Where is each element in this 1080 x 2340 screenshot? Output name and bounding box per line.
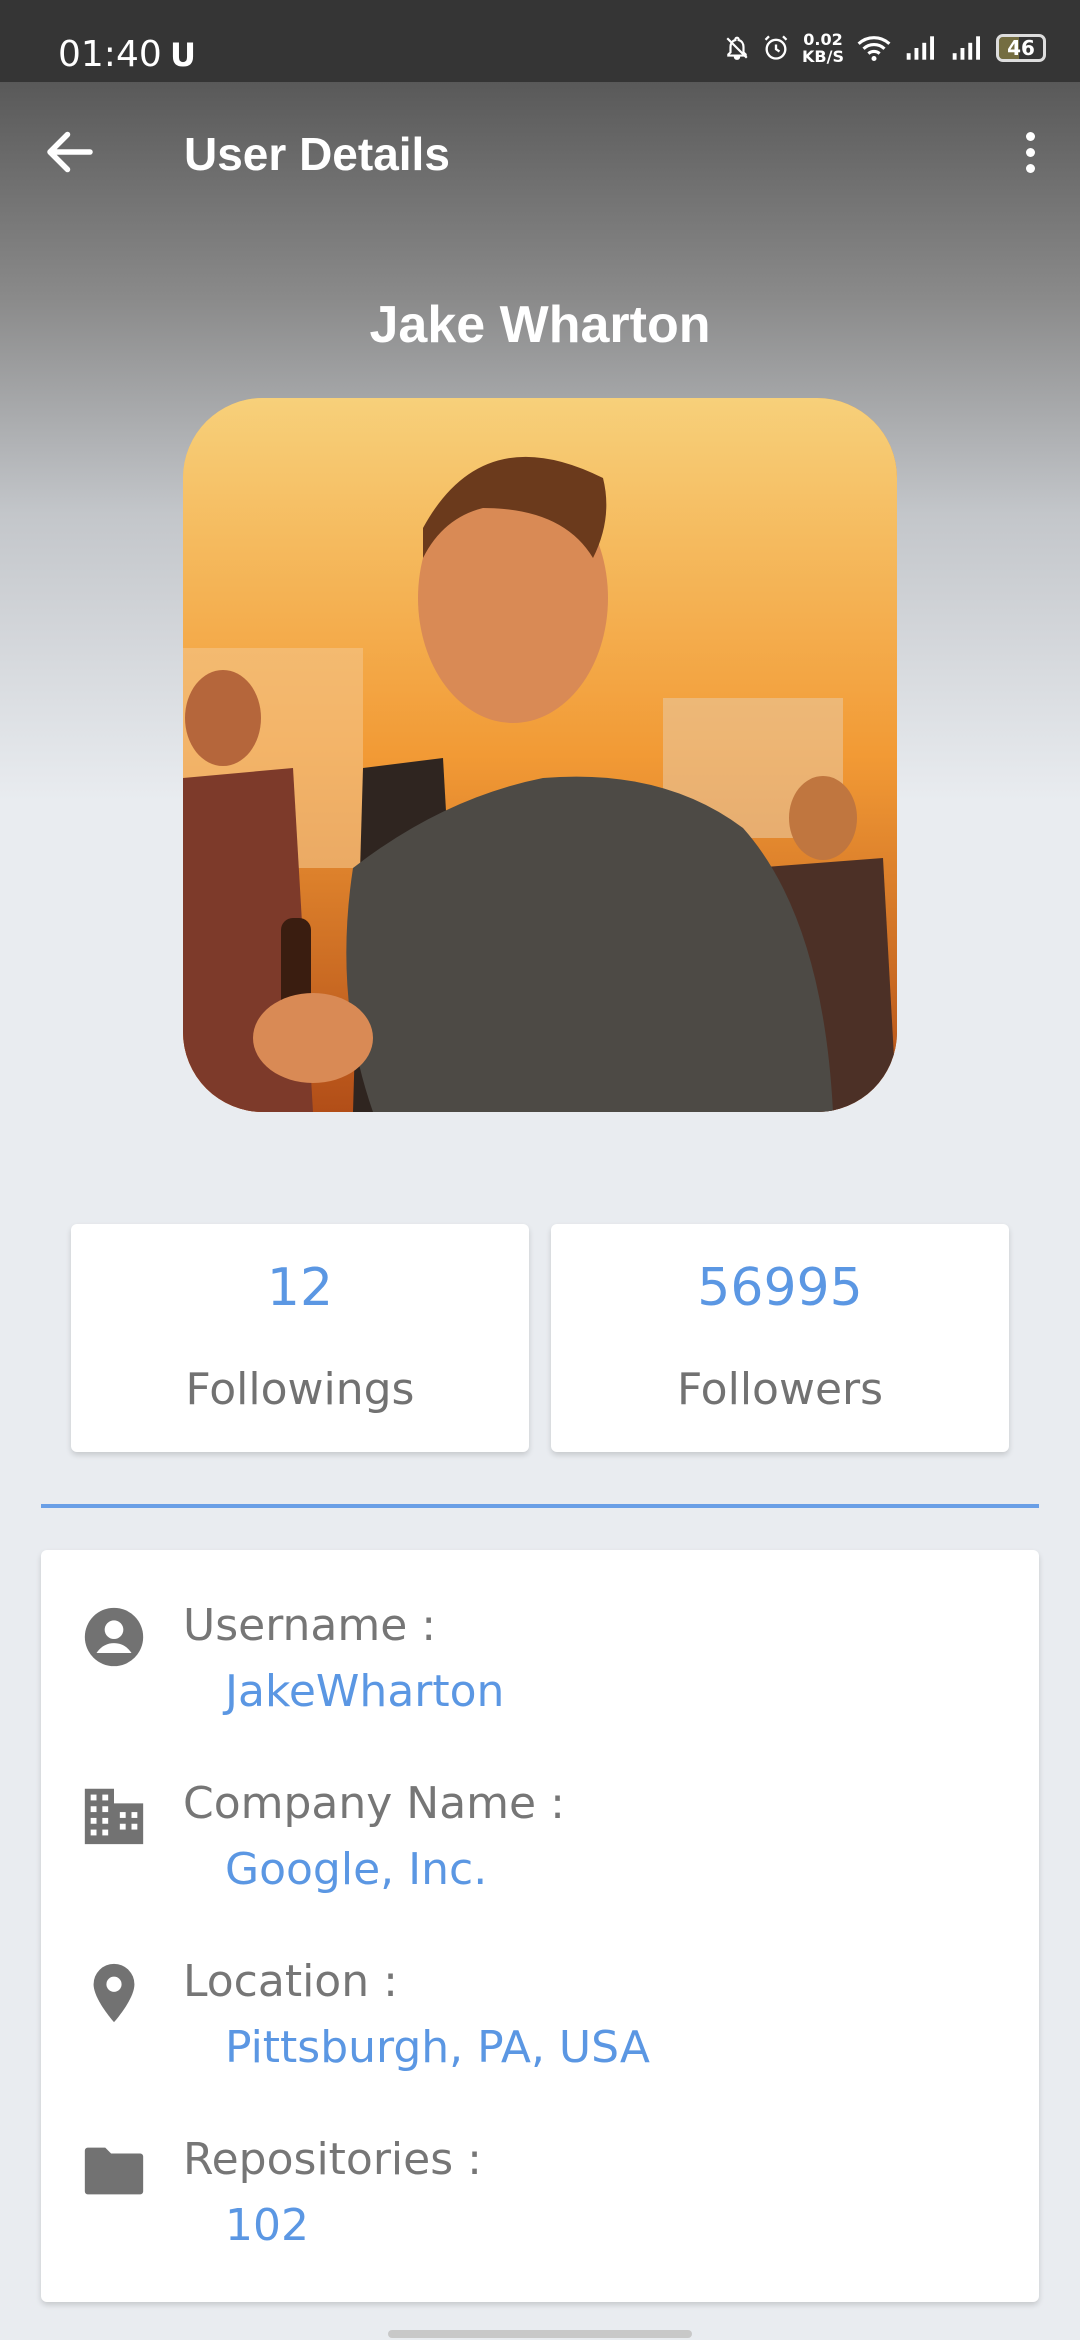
page-title: User Details xyxy=(184,128,450,180)
followers-label: Followers xyxy=(676,1364,884,1415)
followers-card[interactable]: 56995 Followers xyxy=(551,1224,1009,1452)
avatar xyxy=(183,398,897,1112)
more-vertical-icon xyxy=(1025,131,1035,141)
location-label: Location : xyxy=(183,1956,398,2007)
signal-icon xyxy=(906,36,934,60)
company-value: Google, Inc. xyxy=(225,1844,488,1895)
location-pin-icon xyxy=(93,1963,135,2023)
battery-level: 46 xyxy=(1007,36,1035,60)
battery-indicator: 46 xyxy=(996,34,1046,62)
overflow-menu-button[interactable] xyxy=(1000,122,1060,182)
building-icon xyxy=(84,1788,144,1845)
bell-off-icon xyxy=(726,36,748,60)
repositories-value: 102 xyxy=(225,2200,309,2251)
avatar-photo xyxy=(183,398,897,1112)
account-circle-icon xyxy=(84,1607,144,1667)
details-card: Username : JakeWharton Company Name : Go… xyxy=(41,1550,1039,2302)
net-speed-unit: KB/S xyxy=(802,47,844,66)
status-bar: 01:40 U 0.02 KB/S 46 xyxy=(0,0,1080,82)
user-name: Jake Wharton xyxy=(369,296,711,354)
carrier-glyph: U xyxy=(170,36,196,74)
signal-icon xyxy=(952,36,980,60)
back-button[interactable] xyxy=(40,122,100,182)
alarm-icon xyxy=(764,35,788,60)
detail-row-username: Username : JakeWharton xyxy=(41,1558,1039,1718)
followings-count: 12 xyxy=(266,1258,334,1318)
status-icons: 0.02 KB/S 46 xyxy=(724,28,1046,68)
arrow-left-icon xyxy=(47,131,93,173)
wifi-icon xyxy=(857,36,891,62)
location-value: Pittsburgh, PA, USA xyxy=(225,2022,650,2073)
followings-card[interactable]: 12 Followings xyxy=(71,1224,529,1452)
detail-row-location: Location : Pittsburgh, PA, USA xyxy=(41,1914,1039,2074)
repositories-label: Repositories : xyxy=(183,2134,482,2185)
detail-row-repositories: Repositories : 102 xyxy=(41,2092,1039,2252)
app-bar: User Details xyxy=(0,82,1080,232)
detail-row-company: Company Name : Google, Inc. xyxy=(41,1736,1039,1896)
section-divider xyxy=(41,1504,1039,1508)
followings-label: Followings xyxy=(185,1364,415,1415)
net-speed: 0.02 KB/S xyxy=(802,31,844,65)
company-label: Company Name : xyxy=(183,1778,565,1829)
menu-dot xyxy=(1025,163,1035,173)
folder-icon xyxy=(84,2147,144,2195)
net-speed-value: 0.02 xyxy=(803,30,843,49)
status-time: 01:40 xyxy=(58,34,162,75)
menu-dot xyxy=(1025,147,1035,157)
username-label: Username : xyxy=(183,1600,437,1651)
username-value: JakeWharton xyxy=(225,1666,505,1717)
followers-count: 56995 xyxy=(697,1258,863,1318)
gesture-nav-handle[interactable] xyxy=(388,2330,692,2338)
